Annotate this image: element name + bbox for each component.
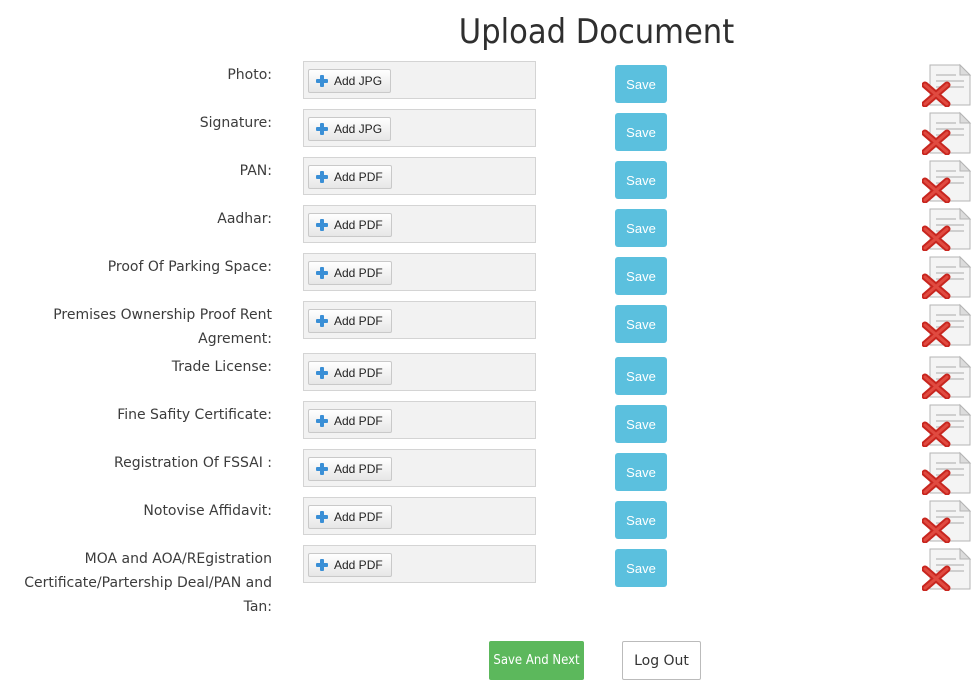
save-button[interactable]: Save [615, 257, 667, 295]
add-file-button[interactable]: Add PDF [308, 213, 392, 237]
delete-document-icon[interactable] [921, 207, 973, 252]
document-row: Registration Of FSSAI : Add PDF Save [0, 449, 973, 497]
save-button[interactable]: Save [615, 65, 667, 103]
document-row: Fine Safity Certificate: Add PDF Save [0, 401, 973, 449]
file-input-box: Add JPG [303, 61, 536, 99]
document-row: Trade License: Add PDF Save [0, 353, 973, 401]
save-button[interactable]: Save [615, 113, 667, 151]
plus-icon [315, 558, 329, 572]
plus-icon [315, 170, 329, 184]
document-row: Premises Ownership Proof Rent Agrement: … [0, 301, 973, 349]
file-input-box: Add PDF [303, 449, 536, 487]
page-title: Upload Document [458, 12, 735, 52]
plus-icon [315, 74, 329, 88]
document-label: PAN: [239, 163, 272, 179]
file-input-box: Add PDF [303, 353, 536, 391]
document-row: PAN: Add PDF Save [0, 157, 973, 205]
save-and-next-button[interactable]: Save And Next [489, 641, 584, 680]
file-input-box: Add PDF [303, 157, 536, 195]
add-file-button[interactable]: Add PDF [308, 309, 392, 333]
document-label: Registration Of FSSAI : [114, 455, 272, 471]
document-row: MOA and AOA/REgistration Certificate/Par… [0, 545, 973, 615]
add-file-button[interactable]: Add PDF [308, 165, 392, 189]
document-label: Aadhar: [217, 211, 272, 227]
file-input-box: Add PDF [303, 301, 536, 339]
plus-icon [315, 314, 329, 328]
delete-document-icon[interactable] [921, 303, 973, 348]
add-file-label: Add PDF [334, 510, 383, 524]
document-label: Trade License: [171, 359, 272, 375]
plus-icon [315, 462, 329, 476]
file-input-box: Add JPG [303, 109, 536, 147]
add-file-label: Add PDF [334, 170, 383, 184]
save-button[interactable]: Save [615, 161, 667, 199]
add-file-label: Add PDF [334, 558, 383, 572]
document-label: Fine Safity Certificate: [117, 407, 272, 423]
document-row: Signature: Add JPG Save [0, 109, 973, 157]
add-file-label: Add PDF [334, 414, 383, 428]
document-row: Proof Of Parking Space: Add PDF Save [0, 253, 973, 301]
delete-document-icon[interactable] [921, 159, 973, 204]
file-input-box: Add PDF [303, 401, 536, 439]
save-button[interactable]: Save [615, 305, 667, 343]
delete-document-icon[interactable] [921, 451, 973, 496]
add-file-button[interactable]: Add PDF [308, 361, 392, 385]
add-file-label: Add PDF [334, 218, 383, 232]
delete-document-icon[interactable] [921, 255, 973, 300]
delete-document-icon[interactable] [921, 403, 973, 448]
file-input-box: Add PDF [303, 253, 536, 291]
document-label: Premises Ownership Proof Rent Agrement: [53, 307, 272, 347]
add-file-button[interactable]: Add PDF [308, 505, 392, 529]
add-file-button[interactable]: Add JPG [308, 69, 392, 93]
save-button[interactable]: Save [615, 357, 667, 395]
document-label: Notovise Affidavit: [143, 503, 272, 519]
add-file-label: Add PDF [334, 266, 383, 280]
file-input-box: Add PDF [303, 497, 536, 535]
plus-icon [315, 510, 329, 524]
add-file-label: Add PDF [334, 314, 383, 328]
document-label: MOA and AOA/REgistration Certificate/Par… [24, 551, 272, 615]
file-input-box: Add PDF [303, 205, 536, 243]
plus-icon [315, 414, 329, 428]
add-file-button[interactable]: Add PDF [308, 409, 392, 433]
add-file-button[interactable]: Add PDF [308, 261, 392, 285]
plus-icon [315, 122, 329, 136]
delete-document-icon[interactable] [921, 499, 973, 544]
delete-document-icon[interactable] [921, 111, 973, 156]
document-label: Proof Of Parking Space: [107, 259, 272, 275]
delete-document-icon[interactable] [921, 547, 973, 592]
document-row: Photo: Add JPG Save [0, 61, 973, 109]
plus-icon [315, 218, 329, 232]
add-file-button[interactable]: Add PDF [308, 553, 392, 577]
add-file-label: Add PDF [334, 462, 383, 476]
save-button[interactable]: Save [615, 549, 667, 587]
delete-document-icon[interactable] [921, 355, 973, 400]
save-button[interactable]: Save [615, 501, 667, 539]
delete-document-icon[interactable] [921, 63, 973, 108]
document-label: Photo: [227, 67, 272, 83]
document-row: Aadhar: Add PDF Save [0, 205, 973, 253]
add-file-label: Add JPG [334, 122, 383, 136]
save-button[interactable]: Save [615, 209, 667, 247]
plus-icon [315, 366, 329, 380]
save-button[interactable]: Save [615, 405, 667, 443]
add-file-label: Add JPG [334, 74, 383, 88]
add-file-button[interactable]: Add JPG [308, 117, 392, 141]
document-label: Signature: [199, 115, 272, 131]
plus-icon [315, 266, 329, 280]
document-row: Notovise Affidavit: Add PDF Save [0, 497, 973, 545]
add-file-label: Add PDF [334, 366, 383, 380]
add-file-button[interactable]: Add PDF [308, 457, 392, 481]
file-input-box: Add PDF [303, 545, 536, 583]
save-button[interactable]: Save [615, 453, 667, 491]
logout-button[interactable]: Log Out [622, 641, 701, 680]
